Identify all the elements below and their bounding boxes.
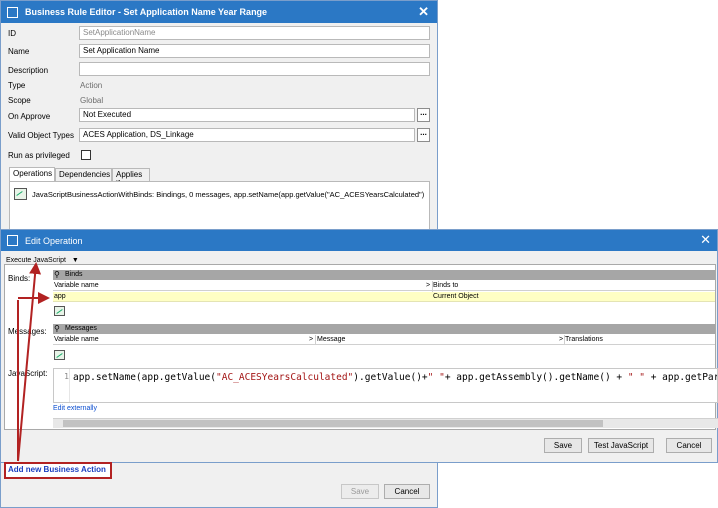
annotation-arrows bbox=[17, 262, 50, 462]
arrow-to-operation-type bbox=[17, 262, 42, 462]
